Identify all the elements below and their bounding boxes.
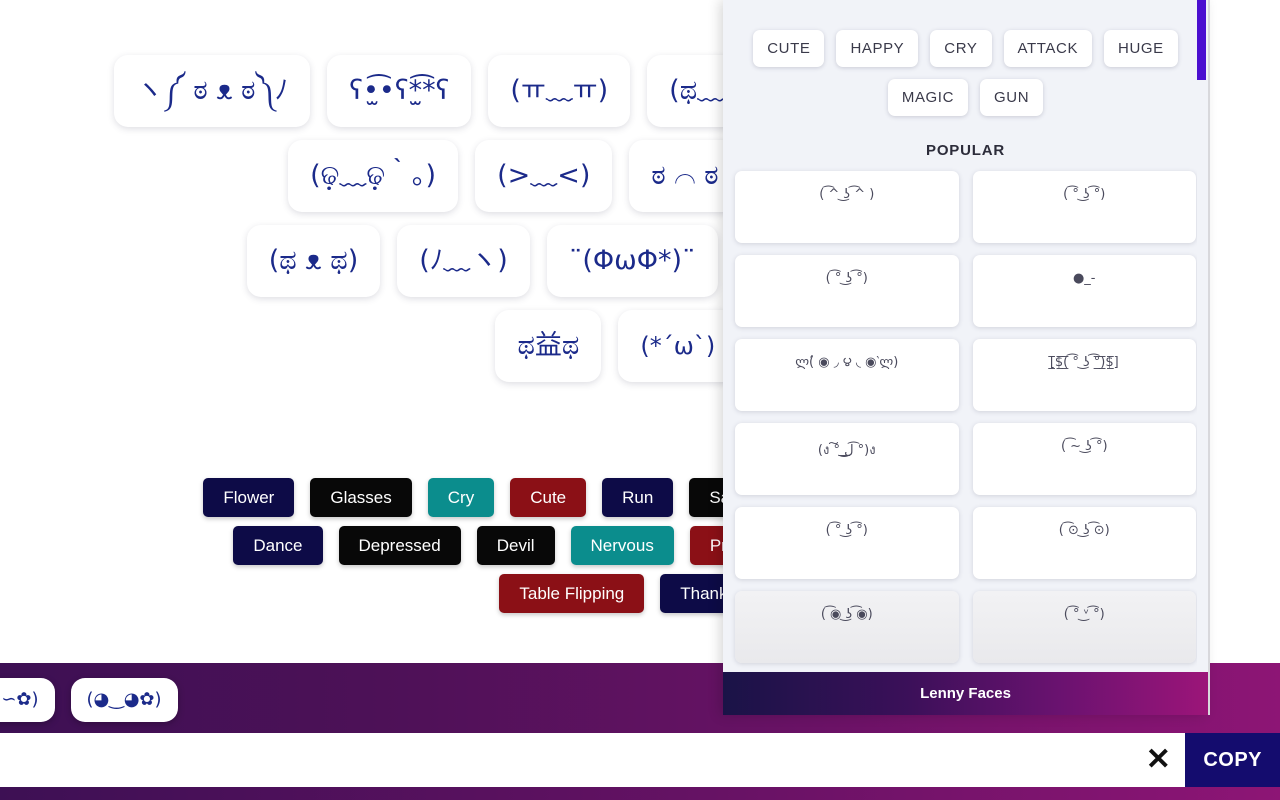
- tag-flower[interactable]: Flower: [203, 478, 295, 517]
- face-item[interactable]: ლ(́ ◉ ◞ ౪ ◟ ◉‵ლ): [735, 339, 959, 411]
- face-item[interactable]: ●_-: [972, 255, 1196, 327]
- kaomoji-card[interactable]: ಥ益ಥ: [495, 309, 602, 382]
- tag-run[interactable]: Run: [602, 478, 674, 517]
- face-item[interactable]: [̲̅$̲̅(̲̅ ͡° ͜ʖ ͡°̲̅)̲̅$̲̅]: [972, 339, 1196, 411]
- overlay-scrollbar[interactable]: [1197, 0, 1208, 672]
- tag-glasses[interactable]: Glasses: [310, 478, 412, 517]
- face-item[interactable]: ( ͡° ͜ᵛ ͡°): [972, 591, 1196, 663]
- face-item[interactable]: ( ͡° ͜ʖ ͡°): [972, 171, 1196, 243]
- bottom-accent-strip: [0, 787, 1280, 800]
- lenny-faces-overlay: CUTE HAPPY CRY ATTACK HUGE MAGIC GUN POP…: [723, 0, 1208, 715]
- face-chip[interactable]: (◕‿◕✿): [70, 677, 178, 722]
- kaomoji-card[interactable]: (ଢ଼﹏ଢ଼｀｡): [288, 139, 459, 212]
- category-chip-row: CUTE HAPPY CRY ATTACK HUGE MAGIC GUN: [723, 0, 1208, 116]
- kaomoji-card[interactable]: ヽ༼ ಠ ᴥ ಠ༽ﾉ: [114, 54, 311, 127]
- category-huge[interactable]: HUGE: [1104, 30, 1178, 67]
- face-item[interactable]: ( ͡◉ ͜ʖ ͡◉): [735, 591, 959, 663]
- copy-button[interactable]: COPY: [1185, 733, 1280, 787]
- tag-cry[interactable]: Cry: [427, 478, 495, 517]
- tag-depressed[interactable]: Depressed: [338, 526, 461, 565]
- close-icon[interactable]: ✕: [1131, 733, 1186, 787]
- face-item[interactable]: ( ͡° ͜ʖ ͡°): [735, 507, 959, 579]
- category-magic[interactable]: MAGIC: [887, 79, 969, 116]
- face-item[interactable]: ( ͡~ ͜ʖ ͡°): [972, 423, 1196, 495]
- overlay-right-edge: [1208, 0, 1210, 715]
- tag-nervous[interactable]: Nervous: [570, 526, 674, 565]
- category-gun[interactable]: GUN: [980, 79, 1044, 116]
- face-item[interactable]: ( ͡⊙ ͜ʖ ͡⊙): [972, 507, 1196, 579]
- tag-devil[interactable]: Devil: [476, 526, 555, 565]
- category-cute[interactable]: CUTE: [753, 30, 825, 67]
- kaomoji-card[interactable]: (ㅠ﹏ㅠ): [488, 54, 631, 127]
- popular-section-title: POPULAR: [926, 142, 1005, 159]
- text-input[interactable]: [0, 733, 1132, 787]
- kaomoji-card[interactable]: (ﾉ﹏ヽ): [397, 224, 530, 297]
- face-item[interactable]: ( ͡° ͜ʖ ͡°): [735, 255, 959, 327]
- kaomoji-card[interactable]: (>﹏<): [475, 139, 613, 212]
- face-item[interactable]: ( ͡^ ͜ʖ ͡^ ): [735, 171, 959, 243]
- overlay-scrollbar-thumb[interactable]: [1197, 0, 1206, 80]
- category-attack[interactable]: ATTACK: [1003, 30, 1093, 67]
- tag-cute[interactable]: Cute: [510, 478, 587, 517]
- category-happy[interactable]: HAPPY: [836, 30, 919, 67]
- category-cry[interactable]: CRY: [930, 30, 992, 67]
- app-root: ヽ༼ ಠ ᴥ ಠ༽ﾉ ʕ•̫͡•ʕ*̫͡*ʕ (ㅠ﹏ㅠ) (ಥ﹏ಥ) (T＿T)…: [0, 0, 1280, 800]
- overlay-footer-title: Lenny Faces: [723, 672, 1208, 715]
- copy-input-bar: ✕ COPY: [0, 733, 1280, 787]
- overlay-scroll-area: CUTE HAPPY CRY ATTACK HUGE MAGIC GUN POP…: [723, 0, 1208, 672]
- kaomoji-card[interactable]: ¨(ΦωΦ*)¨: [546, 224, 718, 297]
- tag-dance[interactable]: Dance: [233, 526, 323, 565]
- kaomoji-card[interactable]: (ಥ ᴥ ಥ): [246, 224, 381, 297]
- face-item[interactable]: (ง ͠° ͟ل͜ ͡°)ง: [735, 423, 959, 495]
- face-chip[interactable]: (･∀･∽✿): [0, 677, 55, 722]
- popular-face-grid: ( ͡^ ͜ʖ ͡^ ) ( ͡° ͜ʖ ͡°) ( ͡° ͜ʖ ͡°) ●_-…: [723, 171, 1208, 672]
- tag-table-flipping[interactable]: Table Flipping: [499, 574, 645, 613]
- kaomoji-card[interactable]: ʕ•̫͡•ʕ*̫͡*ʕ: [327, 54, 472, 127]
